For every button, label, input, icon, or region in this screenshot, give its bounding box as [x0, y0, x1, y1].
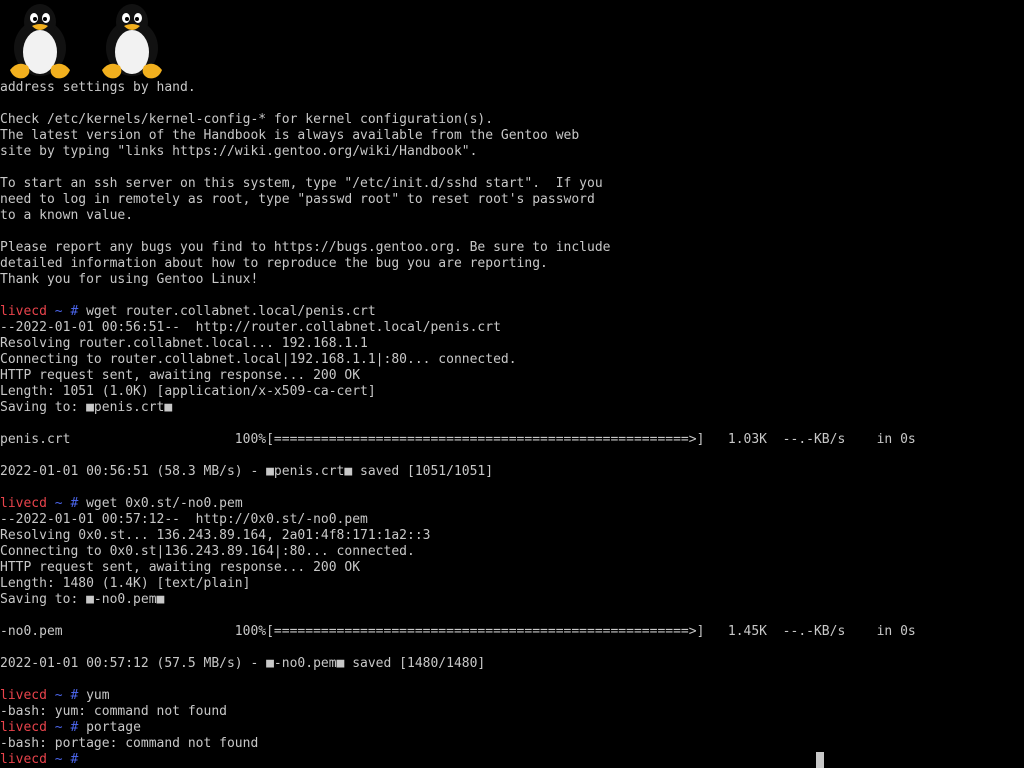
- output-line: Connecting to 0x0.st|136.243.89.164|:80.…: [0, 544, 415, 559]
- output-line: The latest version of the Handbook is al…: [0, 128, 580, 143]
- output-line: Check /etc/kernels/kernel-config-* for k…: [0, 112, 494, 127]
- text-cursor: [816, 752, 824, 768]
- prompt-line: livecd ~ # wget 0x0.st/-no0.pem: [0, 496, 1024, 512]
- prompt-line: livecd ~ #: [0, 752, 1024, 768]
- prompt-host: livecd: [0, 720, 47, 735]
- prompt-line: livecd ~ # wget router.collabnet.local/p…: [0, 304, 1024, 320]
- output-line: --2022-01-01 00:56:51-- http://router.co…: [0, 320, 501, 335]
- output-line: need to log in remotely as root, type "p…: [0, 192, 595, 207]
- prompt-path: ~: [54, 688, 63, 703]
- output-line: -no0.pem 100%[==========================…: [0, 624, 916, 639]
- output-line: 2022-01-01 00:57:12 (57.5 MB/s) - ■-no0.…: [0, 656, 486, 671]
- prompt-path: ~: [54, 720, 63, 735]
- output-line: Saving to: ■-no0.pem■: [0, 592, 165, 607]
- output-line: detailed information about how to reprod…: [0, 256, 548, 271]
- prompt-path: ~: [54, 496, 63, 511]
- command-text: yum: [78, 688, 110, 703]
- output-line: Connecting to router.collabnet.local|192…: [0, 352, 517, 367]
- output-line: to a known value.: [0, 208, 134, 223]
- output-line: -bash: portage: command not found: [0, 736, 259, 751]
- prompt-line: livecd ~ # portage: [0, 720, 1024, 736]
- prompt-symbol: #: [70, 752, 79, 767]
- output-line: 2022-01-01 00:56:51 (58.3 MB/s) - ■penis…: [0, 464, 494, 479]
- prompt-host: livecd: [0, 752, 47, 767]
- output-line: Resolving router.collabnet.local... 192.…: [0, 336, 368, 351]
- output-line: Length: 1480 (1.4K) [text/plain]: [0, 576, 251, 591]
- output-line: Resolving 0x0.st... 136.243.89.164, 2a01…: [0, 528, 431, 543]
- tux-penguin-icon: [10, 4, 70, 79]
- output-line: HTTP request sent, awaiting response... …: [0, 560, 361, 575]
- prompt-host: livecd: [0, 496, 47, 511]
- output-line: Length: 1051 (1.0K) [application/x-x509-…: [0, 384, 376, 399]
- boot-logos: [4, 0, 168, 80]
- output-line: --2022-01-01 00:57:12-- http://0x0.st/-n…: [0, 512, 368, 527]
- tux-penguin-icon: [102, 4, 162, 79]
- command-text: wget router.collabnet.local/penis.crt: [78, 304, 376, 319]
- output-line: site by typing "links https://wiki.gento…: [0, 144, 478, 159]
- prompt-host: livecd: [0, 688, 47, 703]
- console-screen[interactable]: address settings by hand. Check /etc/kern…: [0, 0, 1024, 768]
- output-line: Thank you for using Gentoo Linux!: [0, 272, 259, 287]
- prompt-line: livecd ~ # yum: [0, 688, 1024, 704]
- output-line: -bash: yum: command not found: [0, 704, 227, 719]
- output-line: Please report any bugs you find to https…: [0, 240, 611, 255]
- command-text: wget 0x0.st/-no0.pem: [78, 496, 243, 511]
- output-line: penis.crt 100%[=========================…: [0, 432, 916, 447]
- output-line: HTTP request sent, awaiting response... …: [0, 368, 361, 383]
- prompt-host: livecd: [0, 304, 47, 319]
- command-text: portage: [78, 720, 141, 735]
- output-line: Saving to: ■penis.crt■: [0, 400, 173, 415]
- prompt-path: ~: [54, 752, 63, 767]
- output-line: address settings by hand.: [0, 80, 196, 95]
- terminal-output[interactable]: address settings by hand. Check /etc/kern…: [0, 80, 1024, 768]
- output-line: To start an ssh server on this system, t…: [0, 176, 603, 191]
- prompt-path: ~: [54, 304, 63, 319]
